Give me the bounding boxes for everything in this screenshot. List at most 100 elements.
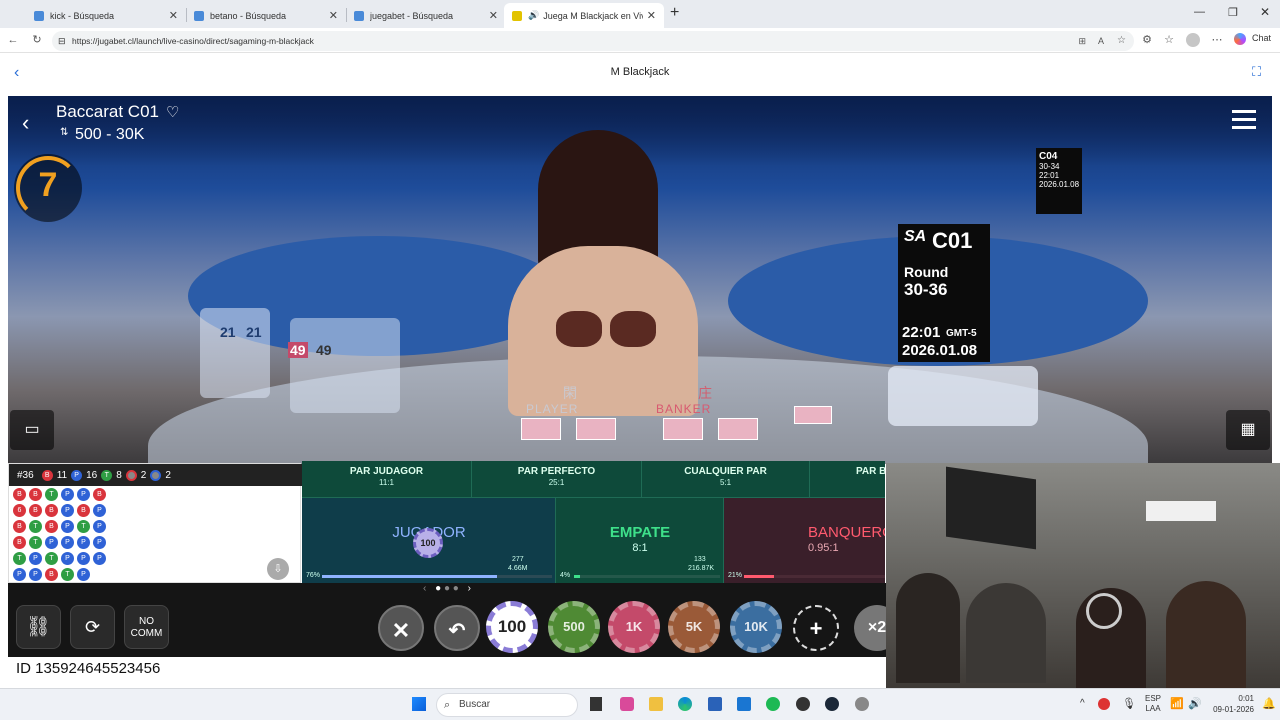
bet-either-pair[interactable]: CUALQUIER PAR 5:1 (642, 461, 810, 497)
bead-cell: T (77, 520, 90, 533)
microphone-icon[interactable]: 🎙 (1122, 697, 1136, 710)
read-aloud-icon[interactable]: A (1098, 31, 1104, 51)
keyboard-language[interactable]: ESP LAA (1145, 694, 1161, 714)
bead-cell: T (29, 536, 42, 549)
pagination-prev-icon[interactable]: ‹ (423, 583, 426, 594)
bet-banker[interactable]: BANQUERO 0.95:1 21% (724, 498, 885, 583)
bet-percentage-bar (322, 575, 497, 578)
favorite-heart-icon[interactable]: ♡ (166, 103, 179, 121)
store-icon[interactable] (708, 697, 722, 711)
audio-playing-icon[interactable]: 🔊 (528, 10, 539, 21)
more-options-icon[interactable]: ⋯ (1210, 33, 1224, 47)
game-back-icon[interactable]: ‹ (22, 110, 29, 136)
steam-icon[interactable] (825, 697, 839, 711)
chip-100[interactable]: 100 (486, 601, 538, 653)
task-view-icon[interactable] (590, 697, 602, 711)
app-icon[interactable] (796, 697, 810, 711)
close-window-button[interactable]: ✕ (1260, 5, 1270, 19)
pagination-next-icon[interactable]: › (468, 583, 471, 594)
windows-start-icon[interactable] (412, 697, 426, 711)
bet-perfect-pair[interactable]: PAR PERFECTO 25:1 (472, 461, 642, 497)
bead-cell: P (93, 520, 106, 533)
bet-tie[interactable]: EMPATE 8:1 133 216.87K 4% (556, 498, 724, 583)
tab-m-blackjack[interactable]: 🔊 Juega M Blackjack en Vivo de ✕ (504, 3, 664, 28)
profile-avatar[interactable] (1186, 33, 1200, 47)
banker-pair-icon (125, 469, 137, 481)
statistics-table-icon[interactable]: ▦ (1226, 410, 1270, 450)
video-camera-icon[interactable]: ▭ (10, 410, 54, 450)
copilot-icon[interactable] (1234, 33, 1246, 45)
notifications-icon[interactable]: 🔔 (1262, 697, 1276, 710)
favorite-star-icon[interactable]: ☆ (1117, 31, 1126, 51)
person (966, 583, 1046, 683)
banker-count: 11 (56, 469, 68, 481)
tab-juegabet-search[interactable]: juegabet - Búsqueda ✕ (346, 3, 506, 28)
edge-browser-icon[interactable] (678, 697, 692, 711)
bet-banker-pair[interactable]: PAR BA (810, 461, 885, 497)
round-id: ID 135924645523456 (8, 657, 886, 681)
table-sign-c04: C04 30-34 22:01 2026.01.08 (1036, 148, 1082, 214)
menu-icon[interactable] (1232, 110, 1256, 130)
close-tab-icon[interactable]: ✕ (647, 9, 656, 22)
page-dot-active[interactable]: ● (435, 583, 441, 594)
taskbar-search[interactable]: ⌕ Buscar (436, 693, 578, 717)
app-icon[interactable] (620, 697, 634, 711)
copilot-chat-label[interactable]: Chat (1252, 33, 1271, 43)
no-commission-toggle[interactable]: NO COMM (124, 605, 169, 649)
close-tab-icon[interactable]: ✕ (489, 9, 498, 22)
tab-betano-search[interactable]: betano - Búsqueda ✕ (186, 3, 346, 28)
tab-kick-search[interactable]: kick - Búsqueda ✕ (26, 3, 186, 28)
page-header: ‹ M Blackjack ⛶ (0, 54, 1280, 92)
bead-cell: P (13, 568, 26, 581)
back-icon[interactable]: ← (6, 33, 20, 47)
link-chain-icon[interactable]: ⛓ (16, 605, 61, 649)
site-info-icon[interactable]: ⊟ (58, 31, 66, 51)
minimize-button[interactable]: — (1194, 6, 1205, 18)
undo-button[interactable]: ↶ (434, 605, 480, 651)
bet-player-pair[interactable]: PAR JUDAGOR 11:1 (302, 461, 472, 497)
restore-button[interactable]: ❐ (1228, 6, 1238, 19)
settings-gear-icon[interactable] (855, 697, 869, 711)
close-tab-icon[interactable]: ✕ (329, 9, 338, 22)
chip-1k[interactable]: 1K (608, 601, 660, 653)
search-favicon-icon (34, 10, 44, 21)
outlook-icon[interactable] (737, 697, 751, 711)
tray-app-icon[interactable] (1098, 698, 1110, 710)
shoe-count: 49 (316, 342, 332, 358)
spotify-icon[interactable] (766, 697, 780, 711)
extensions-icon[interactable]: ⚙ (1140, 33, 1154, 47)
page-title: M Blackjack (610, 66, 670, 78)
board-pagination: ‹ ● ● ● › (8, 583, 886, 595)
wifi-icon[interactable]: 📶 (1170, 697, 1184, 710)
add-chip-button[interactable]: + (793, 605, 839, 651)
chip-10k[interactable]: 10K (730, 601, 782, 653)
new-tab-button[interactable]: + (670, 4, 679, 22)
url-field[interactable]: ⊟ https://jugabet.cl/launch/live-casino/… (52, 31, 1134, 51)
bead-cell: T (29, 520, 42, 533)
bet-player[interactable]: JUGADOR 100 277 4.66M 76% (302, 498, 556, 583)
countdown-value: 7 (38, 166, 58, 204)
show-hidden-icons[interactable]: ^ (1080, 698, 1085, 709)
limits-arrows-icon: ⇅ (60, 127, 69, 138)
favorites-icon[interactable]: ☆ (1162, 33, 1176, 47)
close-tab-icon[interactable]: ✕ (169, 9, 178, 22)
translate-icon[interactable]: ⊞ (1078, 31, 1086, 51)
clear-bets-button[interactable]: ✕ (378, 605, 424, 651)
table-info-sign: SA C01 Round 30-36 22:01 GMT-5 2026.01.0… (898, 224, 990, 362)
file-explorer-icon[interactable] (649, 697, 663, 711)
side-bet-odds: 11:1 (379, 478, 394, 487)
clock[interactable]: 0:01 09-01-2026 (1208, 693, 1254, 715)
auto-bet-icon[interactable]: ⟳ (70, 605, 115, 649)
person (896, 573, 960, 683)
fullscreen-icon[interactable]: ⛶ (1252, 64, 1261, 80)
chip-5k[interactable]: 5K (668, 601, 720, 653)
volume-icon[interactable]: 🔊 (1188, 697, 1202, 710)
reload-icon[interactable]: ↻ (30, 33, 44, 47)
tab-label: Juega M Blackjack en Vivo de (543, 10, 643, 21)
shoe-count: 21 (246, 324, 262, 340)
page-dot[interactable]: ● (444, 583, 450, 594)
shoe-stats: #36 B 11 P 16 T 8 2 2 (9, 464, 302, 486)
roadmap-expand-icon[interactable]: ⇩ (267, 558, 289, 580)
chip-500[interactable]: 500 (548, 601, 600, 653)
page-dot[interactable]: ● (453, 583, 459, 594)
